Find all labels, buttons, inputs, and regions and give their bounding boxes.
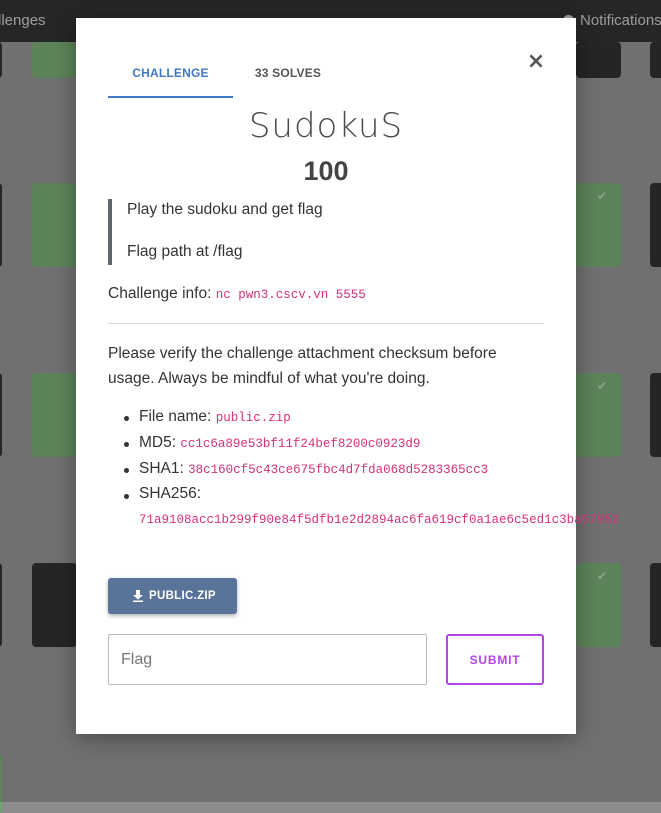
bullet xyxy=(124,494,129,499)
divider xyxy=(108,323,544,324)
bullet xyxy=(124,468,129,473)
description-line: Play the sudoku and get flag xyxy=(127,201,323,218)
challenge-info: Challenge info: nc pwn3.cscv.vn 5555 xyxy=(108,285,366,303)
bullet xyxy=(124,442,129,447)
sha1-label: SHA1: xyxy=(139,460,184,477)
submit-button[interactable]: SUBMIT xyxy=(446,634,544,685)
challenge-info-label: Challenge info: xyxy=(108,285,212,302)
flag-input[interactable] xyxy=(108,634,427,685)
challenge-modal: × CHALLENGE 33 SOLVES SudokuS 100 Play t… xyxy=(76,18,620,734)
tab-solves[interactable]: 33 SOLVES xyxy=(233,62,343,96)
md5-value: cc1c6a89e53bf11f24bef8200c0923d9 xyxy=(180,437,421,451)
sha256-value: 71a9108acc1b299f90e84f5dfb1e2d2894ac6fa6… xyxy=(139,513,620,527)
modal-tabs: CHALLENGE 33 SOLVES xyxy=(108,62,544,98)
challenge-info-command: nc pwn3.cscv.vn 5555 xyxy=(215,288,366,302)
checksum-notice: Please verify the challenge attachment c… xyxy=(108,345,497,387)
bullet xyxy=(124,416,129,421)
download-icon xyxy=(133,590,143,602)
file-name-value: public.zip xyxy=(215,411,291,425)
sha256-label: SHA256: xyxy=(139,485,202,502)
md5-label: MD5: xyxy=(139,434,177,451)
download-attachment-button[interactable]: PUBLIC.ZIP xyxy=(108,578,237,614)
download-button-label: PUBLIC.ZIP xyxy=(149,590,216,602)
challenge-points: 100 xyxy=(303,156,349,186)
file-name-label: File name: xyxy=(139,408,212,425)
sha1-value: 38c160cf5c43ce675fbc4d7fda068d5283365cc3 xyxy=(188,463,489,477)
description-line: Flag path at /flag xyxy=(127,243,243,260)
challenge-description: Play the sudoku and get flag Flag path a… xyxy=(108,199,547,265)
challenge-title: SudokuS xyxy=(248,106,404,146)
tab-challenge[interactable]: CHALLENGE xyxy=(108,62,233,98)
